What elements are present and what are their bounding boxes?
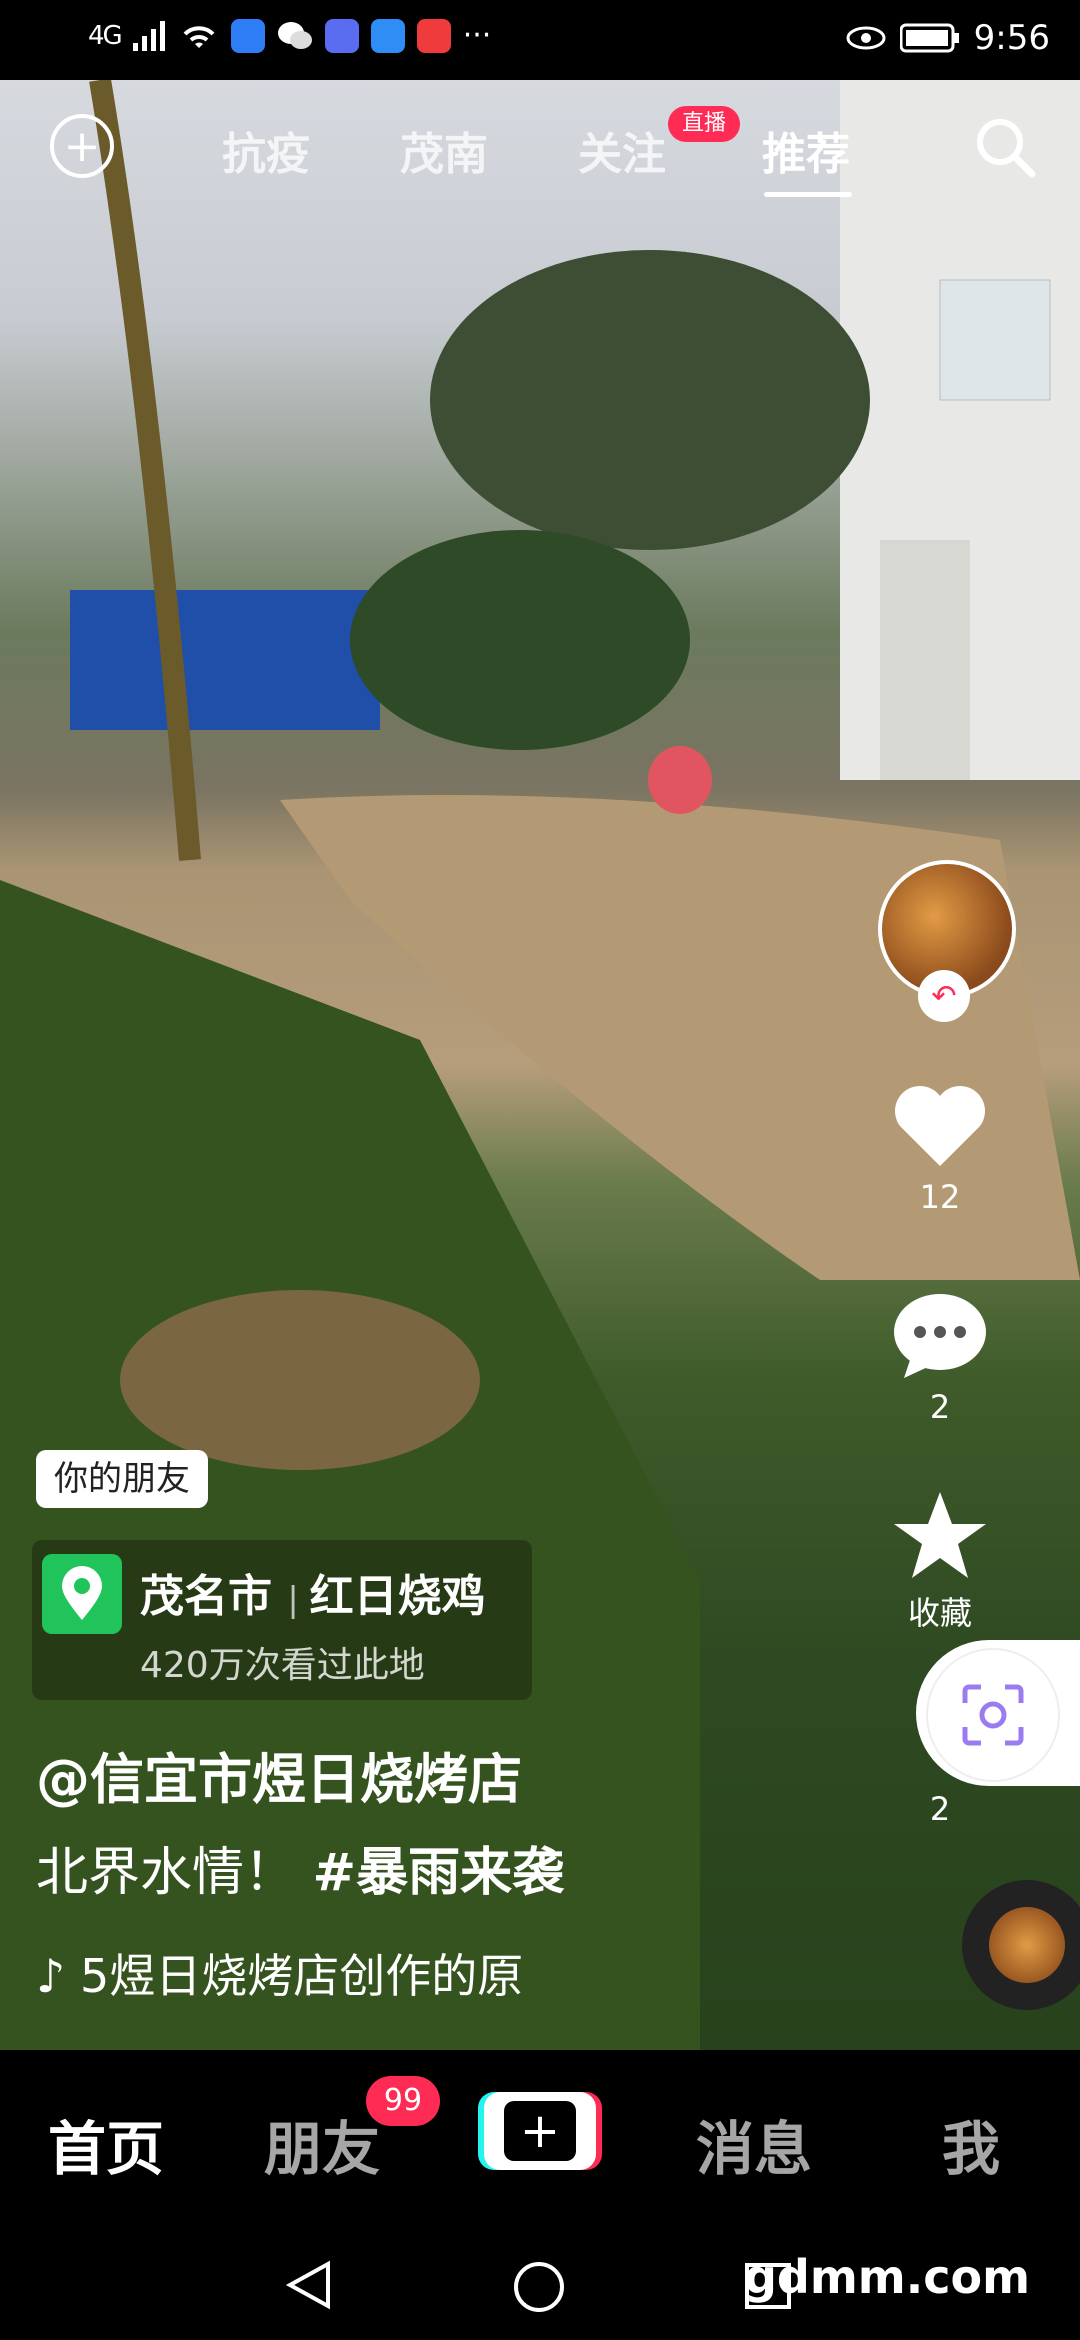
location-card[interactable]: 茂名市 | 红日烧鸡 420万次看过此地 <box>32 1540 532 1700</box>
top-tab-bar: + 抗疫 茂南 关注 直播 推荐 <box>0 80 1080 210</box>
watermark: gdmm.com <box>744 2250 1030 2304</box>
nav-home[interactable]: 首页 <box>48 2102 164 2186</box>
eye-icon <box>846 26 886 50</box>
scan-button[interactable] <box>916 1640 1080 1786</box>
scan-circle <box>926 1648 1060 1782</box>
home-icon[interactable] <box>512 2260 566 2314</box>
system-nav-bar: gdmm.com <box>0 2230 1080 2340</box>
friends-badge: 99 <box>366 2076 440 2126</box>
clock: 9:56 <box>973 18 1050 58</box>
live-badge: 直播 <box>668 106 741 142</box>
tab-kangyi[interactable]: 抗疫 <box>222 118 310 182</box>
location-pin-icon <box>42 1554 122 1634</box>
music-app-icon <box>324 18 359 53</box>
huawei-app-icon <box>416 18 451 53</box>
search-icon[interactable] <box>970 112 1040 182</box>
more-status-icon: ··· <box>462 18 492 53</box>
wechat-icon <box>277 21 312 49</box>
music-title[interactable]: ♪ 5煜日烧烤店创作的原 <box>36 1940 596 2006</box>
tab-maonan[interactable]: 茂南 <box>400 118 488 182</box>
location-divider: | <box>287 1580 310 1620</box>
nav-me[interactable]: 我 <box>942 2102 1000 2186</box>
share-count: 2 <box>929 1790 951 1828</box>
star-icon <box>894 1492 986 1578</box>
status-bar: 4G ··· 9:56 <box>0 0 1080 80</box>
nav-friends[interactable]: 朋友 <box>264 2102 380 2186</box>
location-detail: 红日烧鸡 <box>309 1571 486 1622</box>
music-disc[interactable] <box>962 1880 1080 2010</box>
status-right: 9:56 <box>846 18 1050 58</box>
active-tab-indicator <box>764 192 852 197</box>
hashtag-link[interactable]: #暴雨来袭 <box>313 1843 565 1903</box>
back-icon[interactable] <box>284 2260 334 2310</box>
like-count: 12 <box>919 1178 961 1216</box>
favorite-label: 收藏 <box>907 1594 972 1632</box>
tab-recommend[interactable]: 推荐 <box>762 118 850 182</box>
cloud-app-icon <box>370 18 405 53</box>
like-button[interactable]: 12 <box>850 1080 1030 1216</box>
add-circle-icon[interactable]: + <box>50 114 114 178</box>
description-text: 北界水情！ <box>36 1843 297 1903</box>
location-title: 茂名市 | 红日烧鸡 <box>140 1560 486 1624</box>
comment-icon <box>894 1294 986 1378</box>
nav-messages[interactable]: 消息 <box>696 2102 812 2186</box>
network-indicator: 4G <box>88 20 123 51</box>
create-button[interactable]: + <box>484 2092 596 2170</box>
battery-icon <box>899 23 959 53</box>
comment-button[interactable]: 2 <box>850 1290 1030 1426</box>
location-city: 茂名市 <box>140 1571 272 1622</box>
tab-following[interactable]: 关注 <box>578 118 666 182</box>
signal-icon <box>132 20 165 51</box>
shield-app-icon <box>230 18 265 53</box>
heart-icon <box>895 1086 985 1166</box>
location-views: 420万次看过此地 <box>140 1645 425 1686</box>
bottom-nav: 首页 朋友 99 + 消息 我 <box>0 2050 1080 2230</box>
music-disc-cover <box>989 1907 1065 1983</box>
create-plus-icon: + <box>504 2101 576 2161</box>
camera-scan-icon <box>962 1684 1024 1746</box>
author-name[interactable]: @信宜市煜日烧烤店 <box>36 1735 522 1814</box>
wifi-icon <box>183 25 215 48</box>
friend-tag: 你的朋友 <box>36 1450 208 1508</box>
comment-count: 2 <box>929 1388 951 1426</box>
status-left: 4G ··· <box>88 18 491 53</box>
video-description: 北界水情！ #暴雨来袭 <box>36 1830 564 1905</box>
favorite-button[interactable]: 收藏 <box>850 1490 1030 1634</box>
follow-back-icon[interactable]: ↶ <box>918 970 970 1022</box>
